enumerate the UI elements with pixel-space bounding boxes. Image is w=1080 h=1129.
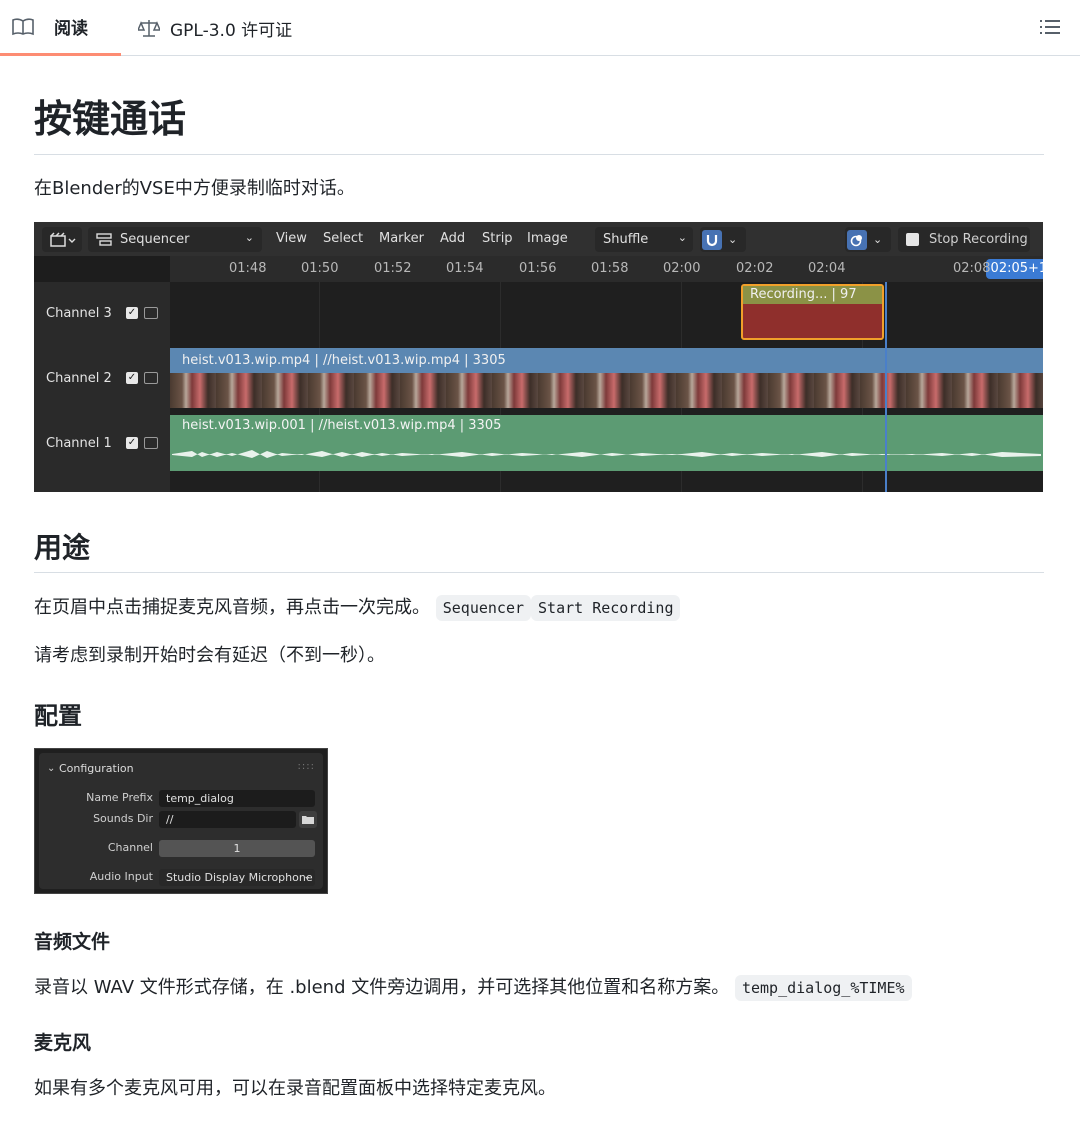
audio-strip[interactable]: heist.v013.wip.001 | //heist.v013.wip.mp… [170, 415, 1043, 471]
book-icon [12, 17, 34, 36]
current-frame-indicator[interactable]: 02:05+15 [986, 259, 1043, 279]
audio-files-text: 录音以 WAV 文件形式存储，在 .blend 文件旁边调用，并可选择其他位置和… [34, 977, 730, 998]
audio-input-value: Studio Display Microphone [166, 871, 313, 884]
channel-region: Channel 3 ✓ Channel 2 ✓ Channel 1 ✓ [34, 282, 170, 492]
code-sequencer: Sequencer [435, 595, 532, 621]
usage-line-1: 在页眉中点击捕捉麦克风音频，再点击一次完成。 Sequencer Start Re… [34, 595, 681, 621]
time-ruler[interactable]: 01:48 01:50 01:52 01:54 01:56 01:58 02:0… [170, 256, 1043, 282]
intro-text: 在Blender的VSE中方便录制临时对话。 [34, 178, 355, 199]
tick-label: 01:48 [229, 261, 267, 276]
chevron-down-icon: ⌄ [873, 233, 883, 246]
channel-3-label: Channel 3 [46, 306, 112, 321]
channel-3-mute-checkbox[interactable]: ✓ [126, 307, 138, 319]
sequencer-icon [96, 232, 112, 247]
menu-image[interactable]: Image [527, 231, 568, 246]
snapping-toggle[interactable]: ⌄ [700, 227, 746, 252]
menu-add[interactable]: Add [440, 231, 465, 246]
stop-recording-button[interactable]: Stop Recording [898, 227, 1030, 252]
chevron-down-icon: ⌄ [303, 872, 311, 882]
stop-recording-label: Stop Recording [929, 232, 1028, 247]
audio-waveform [172, 450, 1041, 458]
channel-2-lock-icon[interactable] [144, 372, 158, 384]
tab-readme[interactable]: 阅读 [0, 0, 121, 56]
tab-license-label: GPL-3.0 许可证 [170, 20, 293, 41]
channel-2-mute-checkbox[interactable]: ✓ [126, 372, 138, 384]
drag-handle-icon[interactable]: :::: [298, 761, 315, 772]
audio-strip-label: heist.v013.wip.001 | //heist.v013.wip.mp… [182, 418, 502, 433]
menu-view[interactable]: View [276, 231, 307, 246]
microphone-heading: 麦克风 [34, 1032, 92, 1054]
audio-input-label: Audio Input [89, 870, 153, 883]
sounds-dir-label: Sounds Dir [93, 812, 153, 825]
video-thumbnails [170, 373, 1043, 408]
overlay-icon [847, 229, 867, 250]
channel-2-label: Channel 2 [46, 371, 112, 386]
channel-3-lock-icon[interactable] [144, 307, 158, 319]
recording-strip-label: Recording... | 97 [743, 286, 882, 304]
channel-label: Channel [107, 841, 153, 854]
microphone-text: 如果有多个麦克风可用，可以在录音配置面板中选择特定麦克风。 [34, 1078, 556, 1099]
channel-1-lock-icon[interactable] [144, 437, 158, 449]
divider [34, 154, 1044, 155]
divider [34, 572, 1044, 573]
audio-input-select[interactable]: Studio Display Microphone ⌄ [159, 869, 315, 886]
playhead-line[interactable] [885, 282, 887, 492]
config-heading: 配置 [34, 702, 82, 730]
tick-label: 01:54 [446, 261, 484, 276]
name-prefix-field[interactable]: temp_dialog [159, 790, 315, 807]
sounds-dir-field[interactable]: // [159, 811, 296, 828]
tick-label: 01:56 [519, 261, 557, 276]
menu-select[interactable]: Select [323, 231, 363, 246]
editor-type-icon[interactable] [42, 227, 82, 252]
menu-marker[interactable]: Marker [379, 231, 424, 246]
page-title: 按键通话 [34, 97, 187, 141]
tick-label: 02:04 [808, 261, 846, 276]
menu-strip[interactable]: Strip [482, 231, 513, 246]
magnet-icon [702, 229, 722, 250]
configuration-panel: ⌄ Configuration :::: Name Prefix temp_di… [39, 753, 323, 889]
tick-label: 02:00 [663, 261, 701, 276]
sequencer-screenshot: Sequencer ⌄ View Select Marker Add Strip… [34, 222, 1043, 492]
video-strip-label: heist.v013.wip.mp4 | //heist.v013.wip.mp… [170, 348, 1043, 373]
tick-label: 01:50 [301, 261, 339, 276]
code-temp-dialog: temp_dialog_%TIME% [734, 975, 912, 1001]
tick-label: 02:08 [953, 261, 991, 276]
usage-heading: 用途 [34, 531, 91, 564]
video-strip[interactable]: heist.v013.wip.mp4 | //heist.v013.wip.mp… [170, 348, 1043, 408]
overlap-mode-label: Shuffle [603, 232, 649, 247]
channel-1-mute-checkbox[interactable]: ✓ [126, 437, 138, 449]
tick-label: 01:58 [591, 261, 629, 276]
channel-1-label: Channel 1 [46, 436, 112, 451]
chevron-down-icon: ⌄ [244, 231, 254, 244]
tab-bar: 阅读 GPL-3.0 许可证 [0, 0, 1080, 56]
tab-readme-label: 阅读 [54, 19, 88, 39]
view-type-select[interactable]: Sequencer ⌄ [88, 227, 262, 252]
overlap-mode-select[interactable]: Shuffle ⌄ [595, 227, 693, 252]
usage-line-2: 请考虑到录制开始时会有延迟（不到一秒）。 [34, 645, 385, 666]
chevron-down-icon[interactable]: ⌄ [47, 763, 55, 774]
tick-label: 02:02 [736, 261, 774, 276]
stop-icon [906, 233, 919, 246]
chevron-down-icon: ⌄ [677, 231, 687, 244]
channel-number-field[interactable]: 1 [159, 840, 315, 857]
tab-license[interactable]: GPL-3.0 许可证 [138, 0, 292, 56]
tick-label: 01:52 [374, 261, 412, 276]
panel-title[interactable]: Configuration [59, 762, 134, 775]
recording-strip[interactable]: Recording... | 97 [741, 284, 884, 340]
scale-icon [138, 19, 160, 37]
code-start-recording: Start Recording [531, 595, 681, 621]
overlay-toggle[interactable]: ⌄ [845, 227, 891, 252]
name-prefix-label: Name Prefix [86, 791, 153, 804]
audio-files-line: 录音以 WAV 文件形式存储，在 .blend 文件旁边调用，并可选择其他位置和… [34, 975, 912, 1001]
usage-text: 在页眉中点击捕捉麦克风音频，再点击一次完成。 [34, 597, 430, 618]
view-type-label: Sequencer [120, 232, 190, 247]
outline-menu-icon[interactable] [1040, 18, 1060, 36]
audio-files-heading: 音频文件 [34, 931, 111, 953]
sequencer-header: Sequencer ⌄ View Select Marker Add Strip… [34, 222, 1043, 256]
folder-icon[interactable] [299, 811, 317, 828]
configuration-panel-screenshot: ⌄ Configuration :::: Name Prefix temp_di… [34, 748, 328, 894]
chevron-down-icon: ⌄ [728, 233, 738, 246]
